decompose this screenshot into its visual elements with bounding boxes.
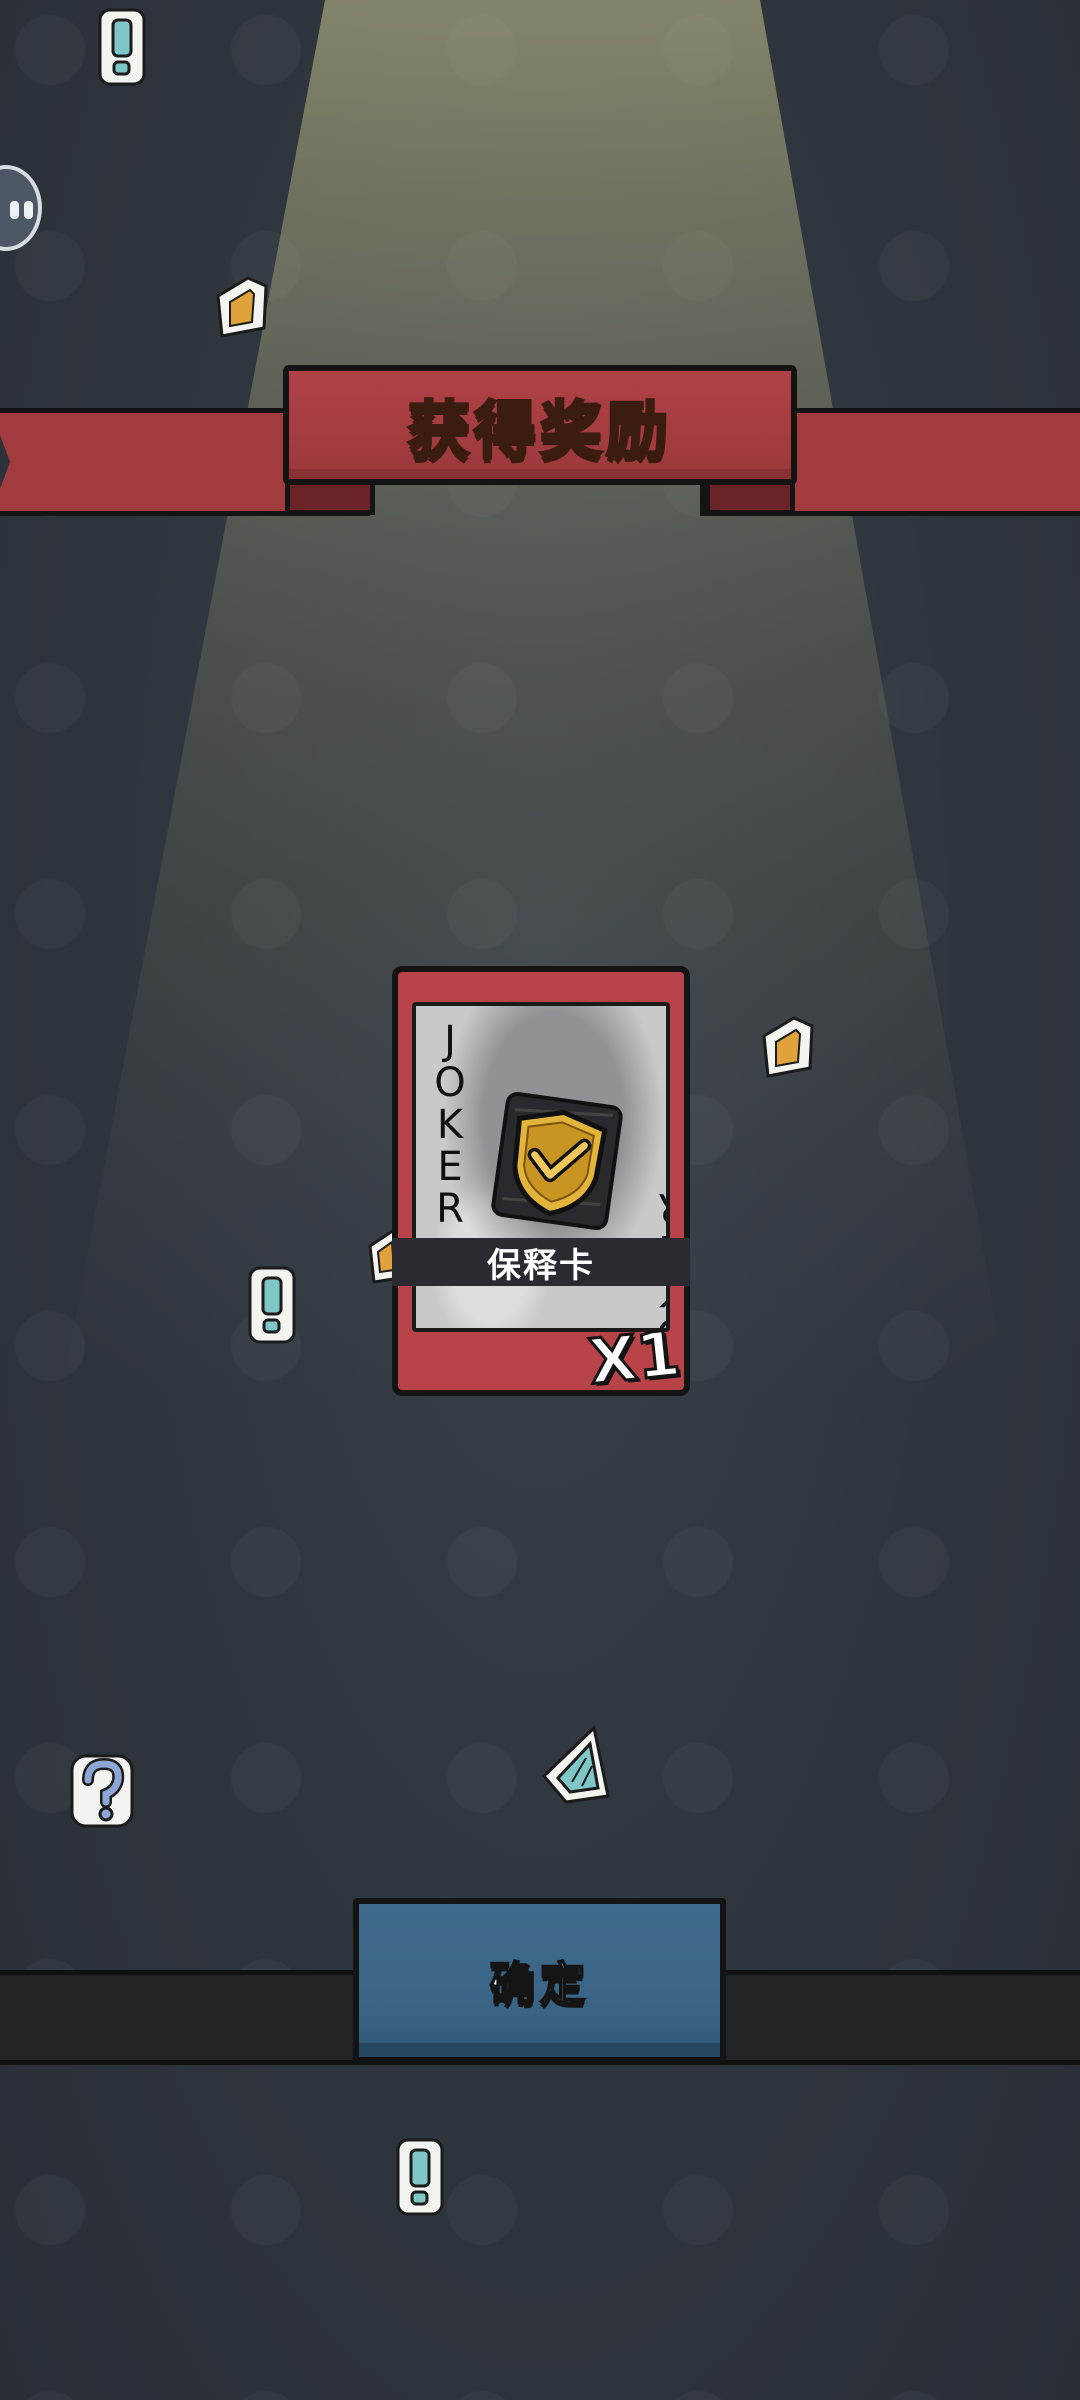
card-name-bar: 保释卡 (392, 1238, 690, 1286)
reward-banner: 获得奖励 (283, 365, 797, 485)
exclamation-sticker-icon (98, 8, 146, 86)
ticket-sticker-icon (762, 1016, 814, 1078)
confirm-button-label: 确定 (489, 1956, 590, 2012)
card-quantity: X1 (584, 1315, 685, 1400)
ticket-sticker-icon (216, 276, 268, 338)
reward-screen: 获得奖励 JOKER JOKER 保释卡 X1 确定 (0, 0, 1080, 2400)
card-corner-text: JOKER (434, 1018, 466, 1232)
reward-card[interactable]: JOKER JOKER 保释卡 X1 (392, 966, 690, 1400)
confirm-button[interactable]: 确定 (353, 1898, 726, 2063)
question-sticker-icon (70, 1754, 134, 1828)
shield-check-icon (491, 1091, 623, 1231)
banner-title: 获得奖励 (406, 393, 672, 469)
exclamation-sticker-icon (248, 1266, 296, 1344)
side-tab-icon[interactable] (0, 165, 42, 251)
card-name: 保释卡 (487, 1245, 595, 1286)
exclamation-sticker-icon (396, 2138, 444, 2216)
triangle-sticker-icon (541, 1725, 610, 1804)
